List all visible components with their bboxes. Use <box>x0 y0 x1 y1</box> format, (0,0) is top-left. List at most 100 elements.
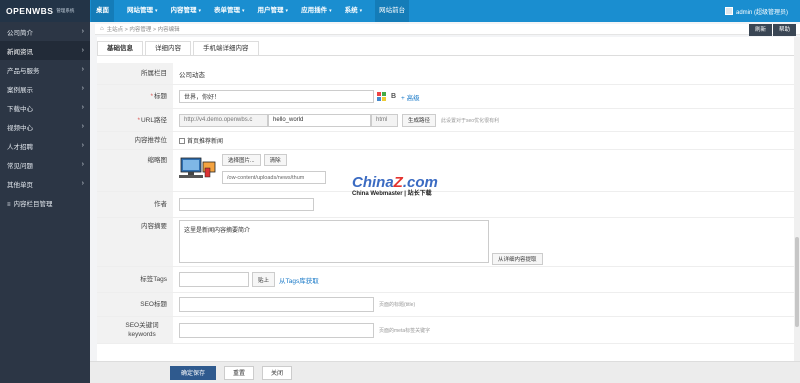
sidebar-item-other-pages[interactable]: 其他单页 › <box>0 174 90 193</box>
main-content: 基础信息 详细内容 手机端详细内容 所属栏目 公司动态 * 标题 世界，你好！ B… <box>97 37 798 383</box>
home-icon[interactable]: ⌂ <box>100 26 104 32</box>
nav-desktop[interactable]: 桌面 <box>91 0 114 22</box>
tags-label: 标签Tags <box>97 267 173 292</box>
tags-library-link[interactable]: 从Tags库获取 <box>279 275 319 285</box>
category-label: 所属栏目 <box>97 63 173 84</box>
sidebar-item-company[interactable]: 公司简介 › <box>0 22 90 41</box>
seo-title-input[interactable] <box>179 297 374 312</box>
seo-keywords-input[interactable] <box>179 322 374 338</box>
watermark-brand-z: Z <box>393 174 403 191</box>
caret-down-icon: ▾ <box>285 8 289 14</box>
paste-tags-button[interactable]: 贴上 <box>252 272 276 287</box>
color-picker-icon[interactable] <box>377 92 386 101</box>
seo-keywords-hint: 页面的meta标签关键字 <box>379 327 431 334</box>
url-hint: 此设置对于seo优化很有利 <box>441 117 500 124</box>
sidebar-item-label: 视频中心 <box>7 124 33 132</box>
form-footer: 确定保存 重置 关闭 <box>90 361 800 383</box>
list-icon: ≡ <box>7 201 11 208</box>
sidebar-item-label: 产品与服务 <box>7 67 40 75</box>
nav-label: 表单管理 <box>214 7 241 14</box>
sidebar-item-products[interactable]: 产品与服务 › <box>0 60 90 79</box>
select-image-button[interactable]: 选择图片... <box>222 154 261 166</box>
scrollbar[interactable] <box>794 37 800 361</box>
chevron-right-icon: › <box>81 66 84 73</box>
url-suffix: html <box>371 113 398 127</box>
tab-detail-content[interactable]: 详细内容 <box>145 41 191 55</box>
label-text: 缩略图 <box>147 157 168 164</box>
clear-image-button[interactable]: 清除 <box>263 154 287 166</box>
author-input[interactable] <box>179 198 314 211</box>
reset-button[interactable]: 重置 <box>224 365 255 380</box>
nav-label: 用户管理 <box>257 7 284 14</box>
tab-mobile-detail[interactable]: 手机端详细内容 <box>193 41 259 55</box>
title-input[interactable]: 世界，你好！ <box>179 90 374 103</box>
sidebar-item-news[interactable]: 新闻资讯 › <box>0 41 90 60</box>
nav-label: 内容管理 <box>170 7 197 14</box>
sidebar-item-downloads[interactable]: 下载中心 › <box>0 98 90 117</box>
avatar <box>724 7 733 15</box>
url-label: * URL路径 <box>97 109 173 131</box>
nav-system[interactable]: 系统 ▾ <box>345 0 363 22</box>
label-text: 内容推荐位 <box>134 137 168 144</box>
scrollbar-thumb[interactable] <box>795 237 799 327</box>
nav-form-management[interactable]: 表单管理 ▾ <box>214 0 245 22</box>
nav-site-front[interactable]: 网站前台 <box>375 0 410 22</box>
sidebar-item-label: 公司简介 <box>7 29 33 37</box>
caret-down-icon: ▾ <box>359 8 363 14</box>
logo[interactable]: OPENWBS 管理系统 <box>0 0 90 22</box>
nav-content-management[interactable]: 内容管理 ▾ <box>171 0 202 22</box>
save-button[interactable]: 确定保存 <box>170 365 217 380</box>
nav-user-management[interactable]: 用户管理 ▾ <box>258 0 289 22</box>
close-button[interactable]: 关闭 <box>262 365 293 380</box>
row-thumbnail: 缩略图 选择图片... 清除 /ow-content/uploads/news/… <box>97 150 798 192</box>
generate-path-button[interactable]: 生成路径 <box>402 113 437 127</box>
bold-icon[interactable]: B <box>389 92 398 101</box>
thumbnail-label: 缩略图 <box>97 150 173 191</box>
seo-title-hint: 页面的标题(title) <box>379 302 416 308</box>
help-button[interactable]: 帮助 <box>772 24 796 36</box>
url-input[interactable]: hello_world <box>268 113 371 127</box>
chevron-right-icon: › <box>81 104 84 111</box>
tab-basic-info[interactable]: 基础信息 <box>97 41 143 55</box>
sidebar-item-videos[interactable]: 视频中心 › <box>0 117 90 136</box>
chevron-right-icon: › <box>81 85 84 92</box>
label-text: 标签Tags <box>140 276 167 283</box>
sidebar-item-faq[interactable]: 常见问题 › <box>0 155 90 174</box>
extract-summary-button[interactable]: 从详细内容提取 <box>492 253 543 265</box>
sidebar-item-cases[interactable]: 案例展示 › <box>0 79 90 98</box>
nav-site-management[interactable]: 网站管理 ▾ <box>127 0 158 22</box>
sidebar-item-label: 内容栏目管理 <box>13 200 53 208</box>
label-text: URL路径 <box>140 116 167 124</box>
required-mark: * <box>137 116 140 124</box>
tags-input[interactable] <box>179 272 249 287</box>
row-summary: 内容摘要 这里是新闻内容摘要简介 从详细内容提取 <box>97 218 798 267</box>
recommend-option-label: 首页推荐新闻 <box>187 139 224 145</box>
nav-plugins[interactable]: 应用插件 ▾ <box>301 0 332 22</box>
seo-keywords-label: SEO关键词keywords <box>97 317 173 343</box>
refresh-button[interactable]: 刷新 <box>748 24 772 36</box>
row-category: 所属栏目 公司动态 <box>97 63 798 85</box>
logo-subtitle: 管理系统 <box>56 8 75 13</box>
advanced-link[interactable]: + 高级 <box>401 92 420 102</box>
tab-bar: 基础信息 详细内容 手机端详细内容 <box>97 41 261 55</box>
top-nav: 桌面 网站管理 ▾ 内容管理 ▾ 表单管理 ▾ 用户管理 ▾ 应用插件 ▾ 系统 ▾ 网站前… <box>91 0 422 22</box>
nav-label: 桌面 <box>96 7 109 14</box>
label-text: SEO关键词keywords <box>125 322 159 338</box>
sidebar-item-jobs[interactable]: 人才招聘 › <box>0 136 90 155</box>
category-value: 公司动态 <box>179 71 205 79</box>
required-mark: * <box>150 93 153 100</box>
tab-divider <box>97 55 798 56</box>
caret-down-icon: ▾ <box>198 8 202 14</box>
summary-textarea[interactable]: 这里是新闻内容摘要简介 <box>179 220 489 263</box>
thumbnail-image <box>179 156 217 180</box>
label-text: 标题 <box>154 93 167 100</box>
author-label: 作者 <box>97 192 173 217</box>
breadcrumb: ⌂ 主站点 > 内容管理 > 内容编辑 <box>95 24 800 35</box>
sidebar-item-label: 人才招聘 <box>7 143 33 151</box>
sidebar-item-label: 新闻资讯 <box>7 48 33 56</box>
homepage-recommend-checkbox[interactable] <box>179 137 185 144</box>
user-menu[interactable]: admin (超级管理员) <box>724 0 788 22</box>
user-name: admin (超级管理员) <box>735 9 788 16</box>
sidebar-item-column-management[interactable]: ≡ 内容栏目管理 <box>0 193 90 212</box>
thumbnail-path-input[interactable]: /ow-content/uploads/news/thum <box>222 171 326 184</box>
